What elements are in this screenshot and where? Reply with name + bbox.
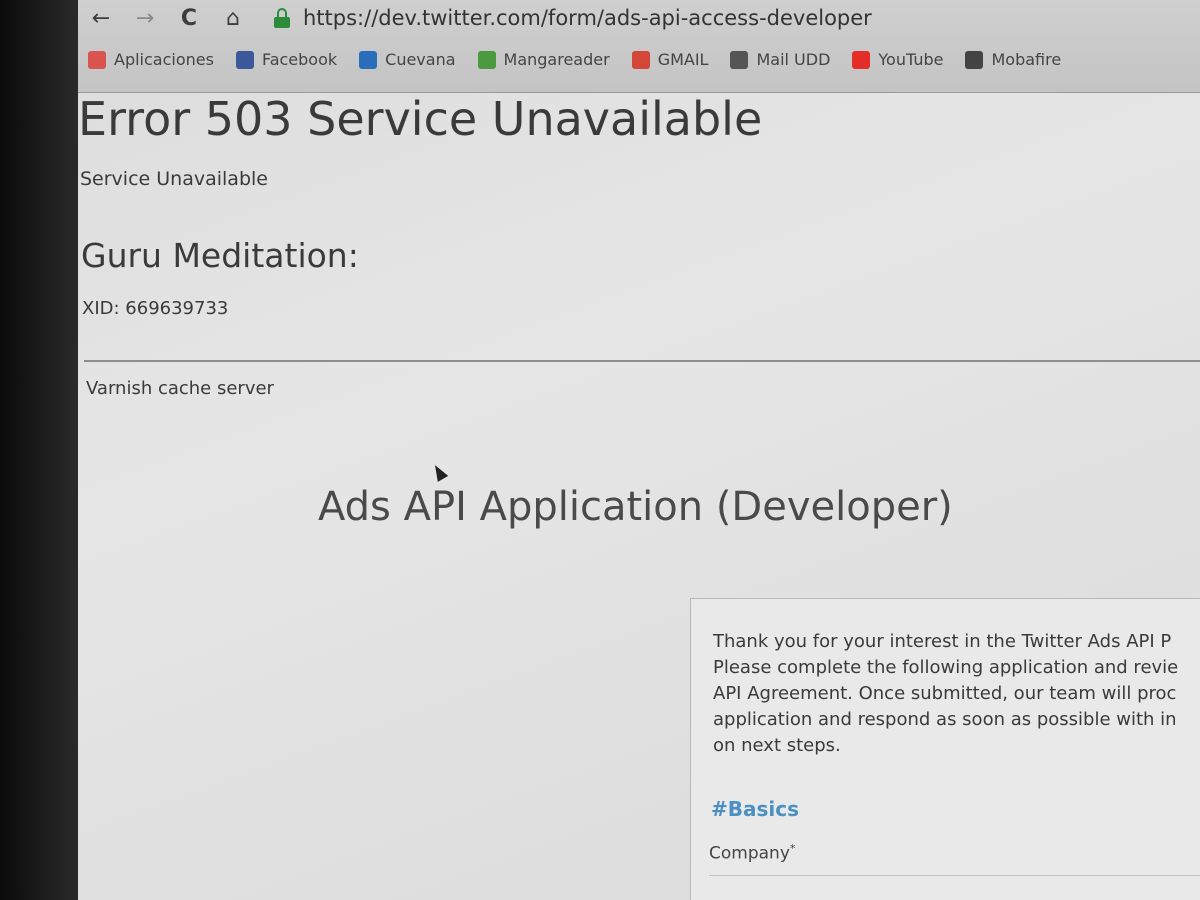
- required-mark: *: [789, 842, 796, 855]
- bookmark-item[interactable]: Cuevana: [359, 50, 456, 69]
- forward-icon[interactable]: →: [132, 6, 158, 32]
- bookmark-item[interactable]: YouTube: [852, 50, 943, 69]
- mouse-cursor-icon: [429, 462, 449, 482]
- udd-icon: [730, 50, 749, 69]
- mobafire-icon: [965, 50, 984, 69]
- cuevana-icon: [359, 50, 378, 69]
- mangareader-icon: [477, 50, 496, 69]
- intro-text: Thank you for your interest in the Twitt…: [713, 629, 1200, 759]
- section-basics-link[interactable]: #Basics: [711, 797, 799, 821]
- reload-icon[interactable]: C: [176, 6, 202, 32]
- gmail-icon: [631, 50, 650, 69]
- bookmark-item[interactable]: Facebook: [235, 50, 338, 69]
- bookmark-label: GMAIL: [657, 50, 709, 69]
- guru-heading: Guru Meditation:: [81, 236, 359, 275]
- facebook-icon: [235, 50, 254, 69]
- bookmark-item[interactable]: Mobafire: [965, 50, 1061, 69]
- bookmark-item[interactable]: Mangareader: [477, 50, 610, 69]
- secure-lock-icon[interactable]: [274, 8, 290, 28]
- browser-screen: ← → C ⌂ https://dev.twitter.com/form/ads…: [78, 0, 1200, 900]
- company-label-text: Company: [709, 843, 790, 864]
- application-form-card: Thank you for your interest in the Twitt…: [690, 598, 1200, 900]
- bookmarks-bar: Aplicaciones Facebook Cuevana Mangareader GM…: [88, 50, 1198, 80]
- bookmark-label: Mangareader: [503, 50, 610, 69]
- bookmark-label: Mobafire: [991, 50, 1062, 69]
- intro-line: application and respond as soon as possi…: [713, 709, 1177, 730]
- back-icon[interactable]: ←: [88, 6, 114, 32]
- company-input[interactable]: [709, 875, 1200, 900]
- browser-toolbar: ← → C ⌂ https://dev.twitter.com/form/ads…: [78, 0, 1200, 93]
- intro-line: Please complete the following applicatio…: [713, 657, 1179, 678]
- error-title: Error 503 Service Unavailable: [78, 92, 763, 146]
- youtube-icon: [852, 50, 871, 69]
- bookmark-label: Cuevana: [385, 50, 456, 69]
- divider: [84, 360, 1200, 362]
- bookmark-item[interactable]: Mail UDD: [730, 50, 830, 69]
- intro-line: API Agreement. Once submitted, our team …: [713, 683, 1177, 704]
- page-title: Ads API Application (Developer): [318, 484, 953, 530]
- address-bar[interactable]: https://dev.twitter.com/form/ads-api-acc…: [303, 6, 872, 30]
- page-content: Error 503 Service Unavailable Service Un…: [78, 92, 1200, 900]
- bookmark-item[interactable]: GMAIL: [631, 50, 709, 69]
- error-footer: Varnish cache server: [86, 378, 274, 399]
- apps-grid-icon: [88, 50, 106, 69]
- bookmark-label: YouTube: [878, 50, 944, 69]
- bookmark-label: Mail UDD: [756, 50, 831, 69]
- bookmark-label: Aplicaciones: [114, 50, 214, 69]
- monitor-bezel: [0, 0, 78, 900]
- bookmark-label: Facebook: [261, 50, 338, 69]
- company-field-label: Company*: [709, 842, 795, 864]
- intro-line: on next steps.: [713, 735, 841, 756]
- home-icon[interactable]: ⌂: [220, 6, 246, 32]
- error-message: Service Unavailable: [80, 168, 268, 190]
- intro-line: Thank you for your interest in the Twitt…: [713, 631, 1172, 652]
- bookmark-item[interactable]: Aplicaciones: [88, 50, 214, 69]
- error-xid: XID: 669639733: [82, 298, 229, 319]
